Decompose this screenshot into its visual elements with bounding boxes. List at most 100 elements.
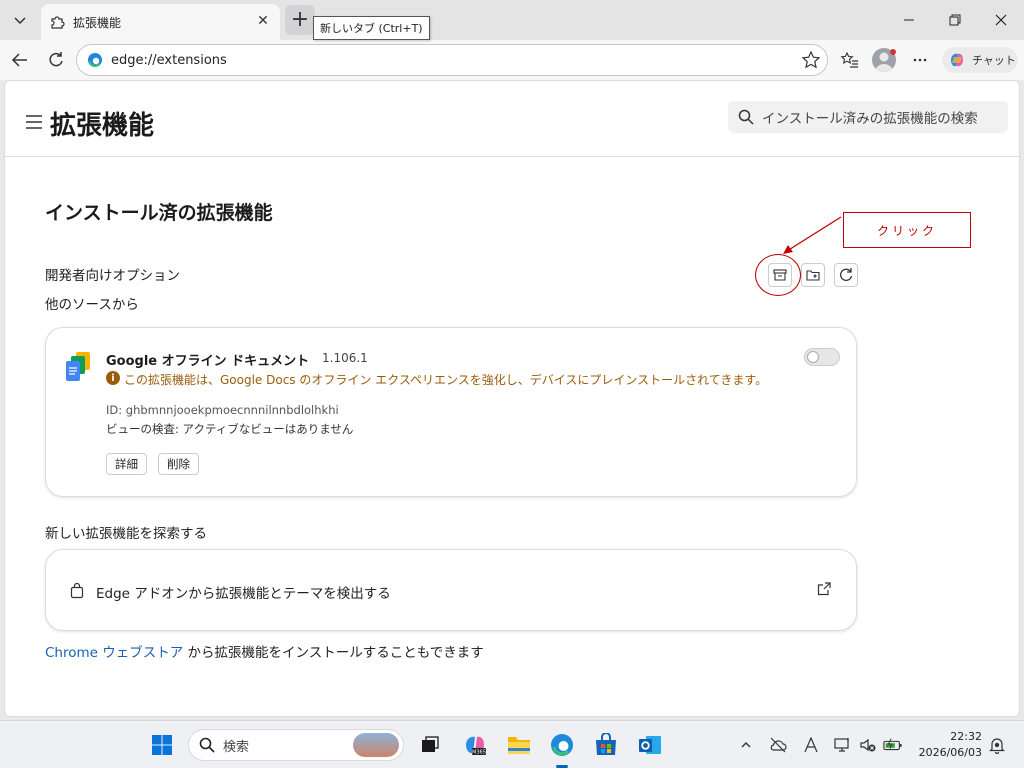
restore-button[interactable] — [942, 8, 968, 32]
folder-icon — [806, 270, 820, 281]
find-extensions-heading: 新しい拡張機能を探索する — [45, 526, 207, 542]
more-menu-button[interactable] — [908, 48, 932, 72]
m365-icon: M365 — [466, 736, 486, 756]
address-bar[interactable]: edge://extensions — [76, 44, 828, 76]
hamburger-menu-icon[interactable] — [25, 115, 43, 129]
favorite-star-icon[interactable] — [801, 50, 821, 70]
windows-logo-icon — [152, 735, 172, 755]
store-line-rest: から拡張機能をインストールすることもできます — [183, 645, 484, 661]
tab-actions-button[interactable] — [6, 6, 34, 34]
tab-extensions[interactable]: 拡張機能 ✕ — [41, 4, 280, 40]
chat-label: チャット — [972, 54, 1016, 67]
clock-date: 2026/06/03 — [918, 746, 982, 759]
system-clock[interactable]: 22:32 2026/06/03 — [916, 729, 982, 761]
folder-icon — [508, 737, 530, 754]
extension-card: Google オフライン ドキュメント 1.106.1 i この拡張機能は、Go… — [45, 327, 857, 497]
display-settings[interactable] — [833, 734, 853, 756]
search-icon — [738, 109, 754, 125]
extension-name: Google オフライン ドキュメント — [106, 354, 310, 369]
search-highlight-image — [353, 733, 399, 757]
show-hidden-icons-button[interactable] — [736, 734, 756, 756]
puzzle-icon — [51, 16, 65, 29]
chrome-store-text: Chrome ウェブストア から拡張機能をインストールすることもできます — [45, 641, 484, 661]
edge-logo-icon — [551, 734, 573, 756]
task-view-icon — [422, 736, 439, 752]
new-tab-button[interactable]: + — [285, 5, 315, 35]
search-placeholder: インストール済みの拡張機能の検索 — [762, 111, 978, 127]
page-header: 拡張機能 インストール済みの拡張機能の検索 — [5, 81, 1019, 157]
chevron-down-icon — [14, 17, 26, 25]
outlook-icon — [639, 736, 661, 754]
store-bag-icon — [596, 733, 616, 755]
font-a-icon — [804, 737, 818, 753]
other-sources-label: 他のソースから — [45, 297, 139, 313]
arrow-left-icon — [11, 53, 27, 67]
back-button[interactable] — [8, 48, 32, 72]
restore-icon — [949, 14, 961, 26]
remove-button[interactable]: 削除 — [158, 453, 199, 475]
network-status[interactable] — [768, 734, 788, 756]
extensions-search-input[interactable]: インストール済みの拡張機能の検索 — [728, 101, 1008, 133]
outlook-app[interactable] — [636, 731, 664, 759]
close-tab-icon[interactable]: ✕ — [254, 13, 272, 29]
extension-id: ID: ghbmnnjooekpmoecnnnilnnbdlolhkhi — [106, 403, 339, 417]
extensions-page: 拡張機能 インストール済みの拡張機能の検索 インストール済の拡張機能 開発者向け… — [4, 80, 1020, 717]
minimize-button[interactable] — [896, 8, 922, 32]
new-tab-tooltip: 新しいタブ (Ctrl+T) — [313, 16, 430, 40]
refresh-button[interactable] — [44, 48, 68, 72]
info-icon: i — [106, 371, 120, 385]
cloud-offline-icon — [770, 737, 787, 753]
search-icon — [199, 737, 215, 753]
close-icon — [995, 14, 1007, 26]
address-url: edge://extensions — [111, 52, 227, 68]
svg-text:M365: M365 — [472, 750, 486, 756]
annotation-circle — [755, 254, 801, 296]
refresh-icon — [840, 268, 853, 281]
microsoft-store-app[interactable] — [592, 731, 620, 759]
taskbar-search-label: 検索 — [223, 739, 250, 755]
copilot-chat-button[interactable]: チャット — [942, 47, 1018, 73]
tab-title: 拡張機能 — [73, 15, 122, 30]
volume-control[interactable] — [858, 734, 878, 756]
extension-enable-toggle[interactable] — [804, 348, 840, 366]
favorites-button[interactable] — [838, 48, 862, 72]
close-window-button[interactable] — [988, 8, 1014, 32]
edge-app[interactable] — [548, 731, 576, 759]
favorites-list-icon — [840, 51, 858, 68]
load-unpacked-button[interactable] — [801, 263, 825, 287]
battery-status[interactable] — [883, 734, 903, 756]
navigation-bar: edge://extensions チャット — [0, 40, 1024, 80]
extension-description: この拡張機能は、Google Docs のオフライン エクスペリエンスを強化し、… — [124, 373, 768, 387]
battery-charging-icon — [883, 738, 902, 751]
toggle-knob — [807, 351, 819, 363]
start-button[interactable] — [148, 731, 176, 759]
edge-addons-link-card[interactable]: Edge アドオンから拡張機能とテーマを検出する — [45, 549, 857, 631]
details-button[interactable]: 詳細 — [106, 453, 147, 475]
installed-extensions-heading: インストール済の拡張機能 — [45, 202, 273, 224]
click-annotation-box: クリック — [843, 212, 971, 248]
edge-addons-label: Edge アドオンから拡張機能とテーマを検出する — [96, 586, 391, 602]
taskbar-search[interactable]: 検索 — [188, 729, 404, 761]
monitor-icon — [834, 738, 849, 752]
chrome-link[interactable]: Chrome — [45, 645, 98, 661]
clock-time: 22:32 — [950, 730, 982, 743]
notifications-button[interactable] — [987, 734, 1007, 756]
ime-indicator[interactable] — [801, 734, 821, 756]
more-dots-icon — [913, 58, 927, 62]
chevron-up-icon — [741, 742, 751, 748]
external-link-icon — [817, 582, 831, 596]
windows-taskbar: 検索 M365 22:32 2026/06/03 — [0, 720, 1024, 768]
webstore-link[interactable]: ウェブストア — [102, 645, 183, 661]
task-view-button[interactable] — [416, 731, 444, 759]
extension-version: 1.106.1 — [322, 351, 368, 365]
edge-logo-icon — [88, 53, 102, 67]
notification-bell-icon — [989, 738, 1005, 754]
google-docs-offline-icon — [66, 352, 90, 381]
file-explorer-app[interactable] — [505, 731, 533, 759]
m365-copilot-app[interactable]: M365 — [461, 731, 489, 759]
update-extensions-button[interactable] — [834, 263, 858, 287]
shopping-bag-icon — [70, 583, 84, 599]
annotation-arrow-icon — [783, 216, 842, 254]
refresh-icon — [49, 52, 63, 67]
notification-dot — [890, 49, 896, 55]
